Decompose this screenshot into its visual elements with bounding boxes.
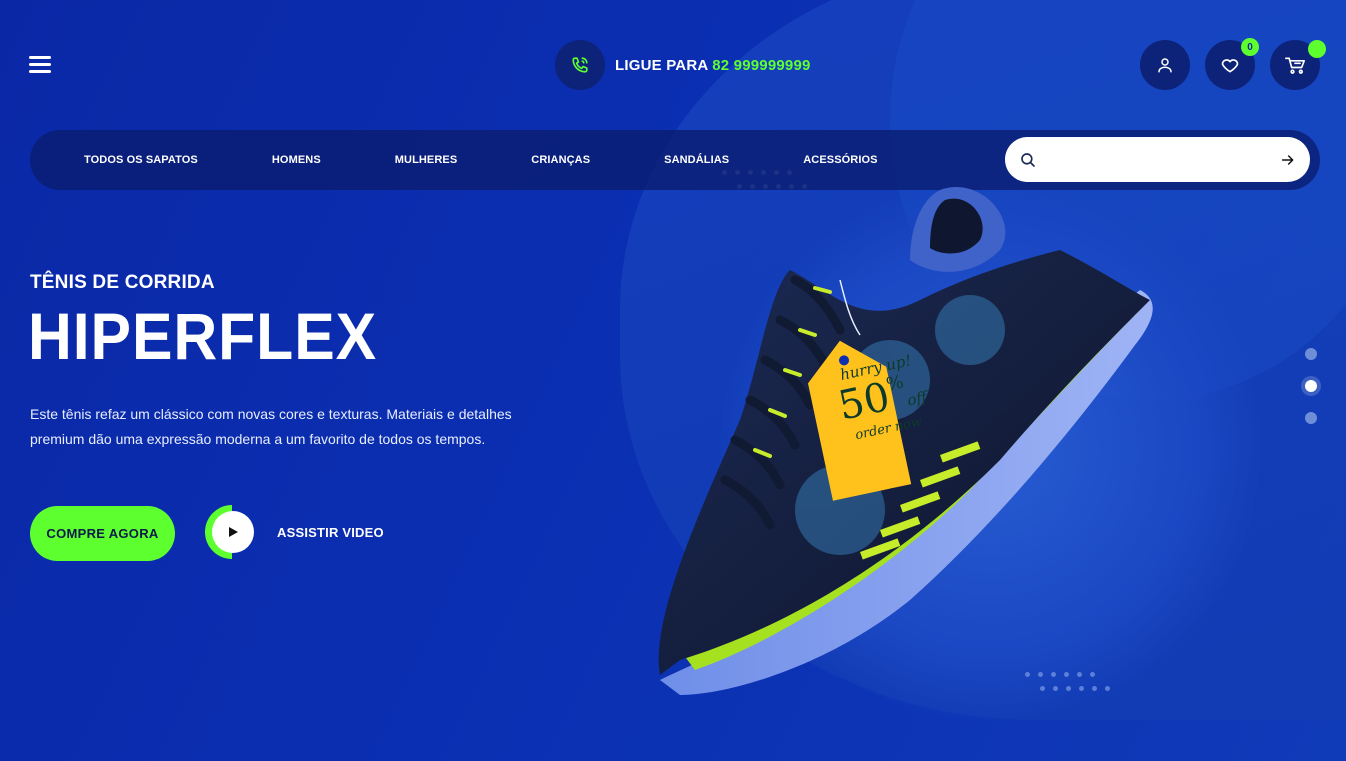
phone-prefix: LIGUE PARA [615, 56, 708, 74]
search-input[interactable] [1047, 151, 1280, 168]
search-box [1005, 137, 1310, 182]
slider-pagination [1305, 348, 1317, 424]
watch-video-label: ASSISTIR VIDEO [277, 524, 384, 540]
account-button[interactable] [1140, 40, 1190, 90]
hero-title: HIPERFLEX [28, 299, 378, 373]
nav-item-accessories[interactable]: ACESSÓRIOS [803, 154, 877, 166]
slide-dot-2[interactable] [1305, 380, 1317, 392]
nav-item-kids[interactable]: CRIANÇAS [531, 154, 590, 166]
cart-badge [1308, 40, 1326, 58]
buy-now-button[interactable]: COMPRE AGORA [30, 506, 175, 561]
phone-number[interactable]: 82 999999999 [712, 57, 810, 74]
nav-item-all-shoes[interactable]: TODOS OS SAPATOS [84, 154, 198, 166]
user-icon [1158, 58, 1172, 73]
cart-button[interactable] [1270, 40, 1326, 90]
play-ring-graphic [205, 505, 254, 559]
watch-video-button[interactable]: ASSISTIR VIDEO [205, 505, 384, 559]
phone-contact: LIGUE PARA 82 999999999 [555, 40, 811, 90]
cart-icon [1285, 57, 1305, 74]
hero-description: Este tênis refaz um clássico com novas c… [30, 406, 512, 447]
nav-item-men[interactable]: HOMENS [272, 154, 321, 166]
arrow-right-icon[interactable] [1280, 152, 1296, 168]
phone-button[interactable] [555, 40, 605, 90]
wishlist-count-badge: 0 [1241, 38, 1259, 56]
slide-dot-3[interactable] [1305, 412, 1317, 424]
header-actions: 0 [1140, 38, 1326, 90]
menu-button[interactable] [29, 56, 51, 74]
phone-text: LIGUE PARA 82 999999999 [615, 57, 811, 74]
running-shoe-image [658, 187, 1153, 695]
heart-icon [1221, 59, 1239, 73]
menu-icon [29, 56, 51, 73]
nav-item-sandals[interactable]: SANDÁLIAS [664, 154, 729, 166]
wishlist-button[interactable]: 0 [1205, 38, 1259, 90]
play-button[interactable] [205, 505, 259, 559]
tag-percent-sign: % [884, 371, 906, 396]
search-icon [1021, 152, 1035, 167]
product-image [640, 180, 1170, 700]
phone-icon [572, 57, 588, 73]
hero-subtitle: TÊNIS DE CORRIDA [30, 272, 215, 293]
tag-off: off [905, 387, 929, 410]
slide-dot-1[interactable] [1305, 348, 1317, 360]
nav-item-women[interactable]: MULHERES [395, 154, 458, 166]
